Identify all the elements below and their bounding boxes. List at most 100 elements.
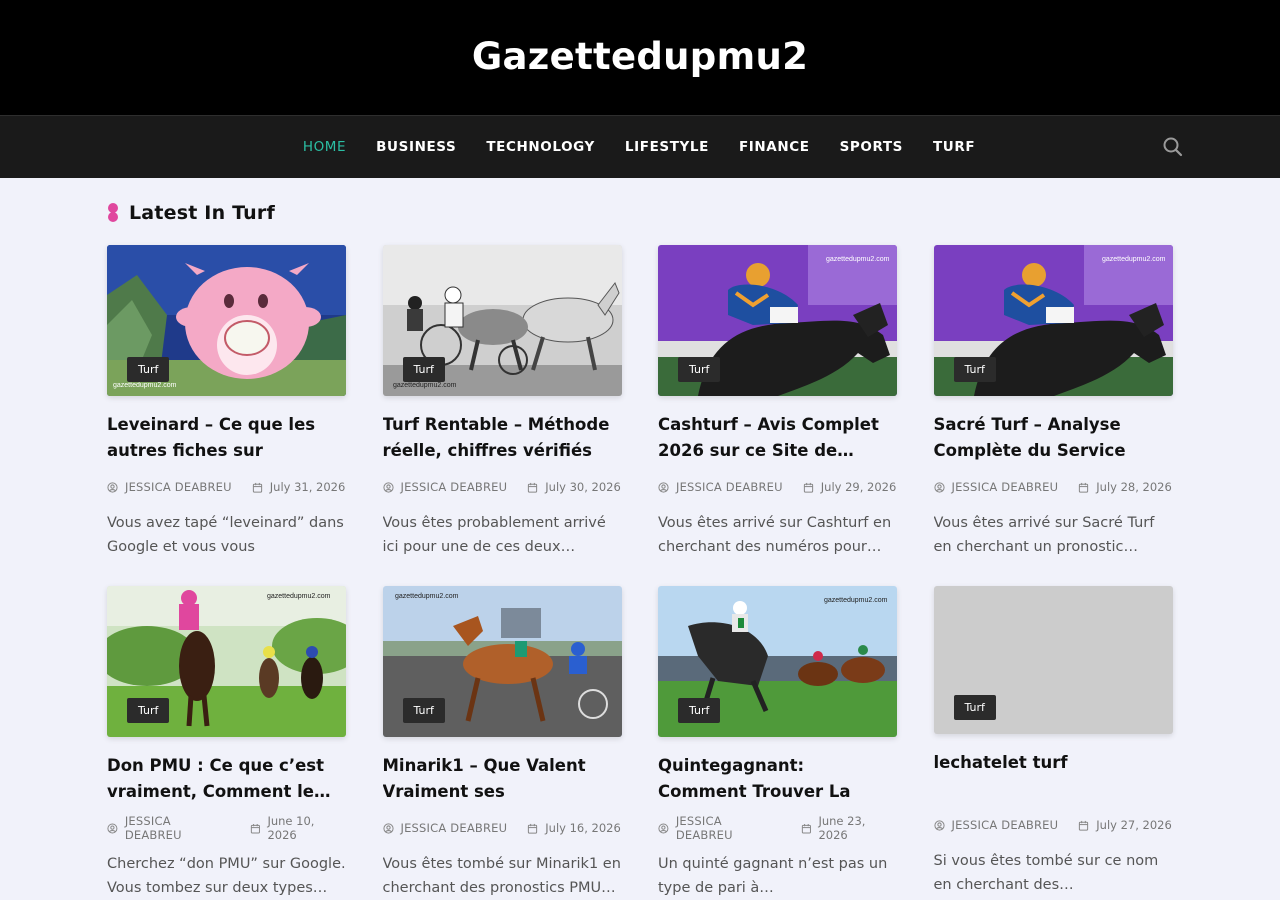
calendar-icon xyxy=(528,482,538,493)
post-date: July 16, 2026 xyxy=(545,821,621,835)
post-card: gazettedupmu2.com Turf Sacré Turf – Anal… xyxy=(933,245,1173,586)
site-header: Gazettedupmu2 xyxy=(0,0,1280,115)
post-card: gazettedupmu2.com Turf Turf Rentable – M… xyxy=(382,245,622,586)
post-meta: JESSICA DEABREU July 30, 2026 xyxy=(382,480,622,494)
site-title[interactable]: Gazettedupmu2 xyxy=(472,35,808,81)
post-meta: JESSICA DEABREU June 23, 2026 xyxy=(658,814,897,842)
post-date: July 31, 2026 xyxy=(269,480,346,494)
post-excerpt: Vous avez tapé “leveinard” dans Google e… xyxy=(107,515,344,555)
user-icon xyxy=(107,822,118,834)
category-badge[interactable]: Turf xyxy=(678,357,721,382)
nav-item-technology[interactable]: TECHNOLOGY xyxy=(471,139,610,155)
watermark: gazettedupmu2.com xyxy=(1102,256,1166,263)
watermark: gazettedupmu2.com xyxy=(395,593,459,600)
calendar-icon xyxy=(250,823,260,834)
post-thumbnail[interactable]: gazettedupmu2.com Turf xyxy=(107,245,346,396)
calendar-icon xyxy=(252,482,262,493)
post-author[interactable]: JESSICA DEABREU xyxy=(125,814,230,842)
nav-item-lifestyle[interactable]: LIFESTYLE xyxy=(610,139,724,155)
post-thumbnail[interactable]: gazettedupmu2.com Turf xyxy=(658,586,897,737)
calendar-icon xyxy=(801,823,811,834)
watermark: gazettedupmu2.com xyxy=(113,382,177,389)
post-title[interactable]: Leveinard – Ce que les autres fiches sur… xyxy=(107,412,346,464)
watermark: gazettedupmu2.com xyxy=(826,256,890,263)
post-card: Turf lechatelet turf JESSICA DEABREU Jul… xyxy=(933,586,1173,900)
post-card: gazettedupmu2.com Turf Leveinard – Ce qu… xyxy=(107,245,346,586)
post-thumbnail[interactable]: gazettedupmu2.com Turf xyxy=(107,586,346,737)
post-thumbnail[interactable]: gazettedupmu2.com Turf xyxy=(382,245,622,396)
post-card: gazettedupmu2.com Turf Cashturf – Avis C… xyxy=(658,245,897,586)
category-badge[interactable]: Turf xyxy=(127,357,170,382)
post-author[interactable]: JESSICA DEABREU xyxy=(125,480,232,494)
post-thumbnail[interactable]: gazettedupmu2.com Turf xyxy=(933,245,1173,396)
user-icon xyxy=(382,481,394,493)
section-dots-icon xyxy=(107,203,119,223)
post-thumbnail-placeholder[interactable]: Turf xyxy=(933,586,1173,734)
user-icon xyxy=(658,822,669,834)
category-badge[interactable]: Turf xyxy=(402,357,445,382)
nav-item-finance[interactable]: FINANCE xyxy=(724,139,825,155)
post-meta: JESSICA DEABREU July 28, 2026 xyxy=(933,480,1173,494)
calendar-icon xyxy=(1079,820,1089,831)
post-date: July 29, 2026 xyxy=(820,480,897,494)
calendar-icon xyxy=(528,823,538,834)
calendar-icon xyxy=(1079,482,1089,493)
nav-item-sports[interactable]: SPORTS xyxy=(825,139,918,155)
user-icon xyxy=(933,819,945,831)
post-date: June 10, 2026 xyxy=(267,814,315,842)
post-card: gazettedupmu2.com Turf Minarik1 – Que Va… xyxy=(382,586,622,900)
post-title[interactable]: Minarik1 – Que Valent Vraiment ses Prono… xyxy=(383,753,622,805)
post-excerpt: Vous êtes probablement arrivé ici pour u… xyxy=(382,515,606,555)
main-nav: HOME BUSINESS TECHNOLOGY LIFESTYLE FINAN… xyxy=(0,115,1280,178)
post-author[interactable]: JESSICA DEABREU xyxy=(676,480,783,494)
post-title[interactable]: Cashturf – Avis Complet 2026 sur ce Site… xyxy=(658,412,897,464)
section-title: Latest In Turf xyxy=(129,202,275,224)
watermark: gazettedupmu2.com xyxy=(824,597,888,604)
post-excerpt: Si vous êtes tombé sur ce nom en chercha… xyxy=(933,853,1159,893)
nav-item-business[interactable]: BUSINESS xyxy=(361,139,471,155)
post-card: gazettedupmu2.com Turf Quintegagnant: Co… xyxy=(658,586,897,900)
category-badge[interactable]: Turf xyxy=(127,698,170,723)
user-icon xyxy=(933,481,945,493)
post-card: gazettedupmu2.com Turf Don PMU : Ce que … xyxy=(107,586,346,900)
post-date: July 28, 2026 xyxy=(1096,480,1172,494)
section-header: Latest In Turf xyxy=(107,202,1173,224)
user-icon xyxy=(107,481,118,493)
post-meta: JESSICA DEABREU July 27, 2026 xyxy=(933,818,1173,832)
post-thumbnail[interactable]: gazettedupmu2.com Turf xyxy=(382,586,622,737)
user-icon xyxy=(382,822,394,834)
category-badge[interactable]: Turf xyxy=(953,695,996,720)
post-date: July 27, 2026 xyxy=(1096,818,1172,832)
category-badge[interactable]: Turf xyxy=(953,357,996,382)
post-meta: JESSICA DEABREU June 10, 2026 xyxy=(107,814,346,842)
post-date: July 30, 2026 xyxy=(545,480,621,494)
post-title[interactable]: lechatelet turf xyxy=(934,750,1173,802)
user-icon xyxy=(658,481,669,493)
nav-item-home[interactable]: HOME xyxy=(288,139,361,155)
watermark: gazettedupmu2.com xyxy=(267,593,331,600)
post-author[interactable]: JESSICA DEABREU xyxy=(952,818,1059,832)
category-badge[interactable]: Turf xyxy=(402,698,445,723)
post-author[interactable]: JESSICA DEABREU xyxy=(401,821,508,835)
post-meta: JESSICA DEABREU July 16, 2026 xyxy=(382,821,622,835)
post-thumbnail[interactable]: gazettedupmu2.com Turf xyxy=(658,245,897,396)
post-title[interactable]: Turf Rentable – Méthode réelle, chiffres… xyxy=(383,412,622,464)
post-title[interactable]: Sacré Turf – Analyse Complète du Service… xyxy=(934,412,1173,464)
search-button[interactable] xyxy=(1162,136,1184,158)
post-excerpt: Vous êtes tombé sur Minarik1 en cherchan… xyxy=(382,856,621,896)
category-badge[interactable]: Turf xyxy=(678,698,721,723)
post-meta: JESSICA DEABREU July 29, 2026 xyxy=(658,480,897,494)
posts-grid: gazettedupmu2.com Turf Leveinard – Ce qu… xyxy=(107,245,1173,900)
search-icon xyxy=(1163,137,1183,157)
post-author[interactable]: JESSICA DEABREU xyxy=(676,814,781,842)
post-title[interactable]: Don PMU : Ce que c’est vraiment, Comment… xyxy=(107,753,346,805)
post-title[interactable]: Quintegagnant: Comment Trouver La Bonne… xyxy=(658,753,897,805)
post-author[interactable]: JESSICA DEABREU xyxy=(401,480,508,494)
post-author[interactable]: JESSICA DEABREU xyxy=(952,480,1059,494)
nav-list: HOME BUSINESS TECHNOLOGY LIFESTYLE FINAN… xyxy=(288,139,990,155)
post-date: June 23, 2026 xyxy=(818,814,866,842)
post-meta: JESSICA DEABREU July 31, 2026 xyxy=(107,480,346,494)
post-excerpt: Vous êtes arrivé sur Sacré Turf en cherc… xyxy=(933,515,1155,555)
nav-item-turf[interactable]: TURF xyxy=(918,139,990,155)
main-content: Latest In Turf gazettedupmu2.com Turf Le… xyxy=(107,178,1173,900)
